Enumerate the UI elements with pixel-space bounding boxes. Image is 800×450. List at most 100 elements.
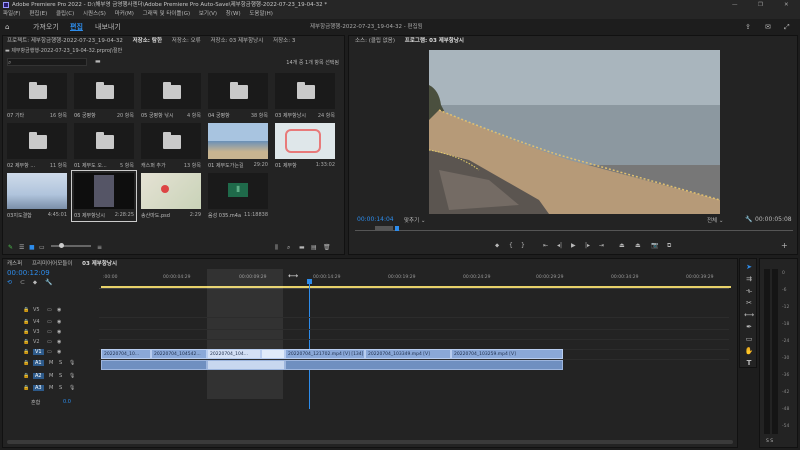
sync-lock-icon[interactable]: ▭ xyxy=(47,319,52,325)
timeline-timecode[interactable]: 00:00:12:09 xyxy=(7,269,50,277)
eye-icon[interactable]: ◉ xyxy=(57,307,61,313)
snap-icon[interactable]: ⟲ xyxy=(7,279,12,286)
tab-source[interactable]: 소스: (클립 없음) xyxy=(355,38,395,44)
bin-item[interactable]: 04 궁평항 38 항목 xyxy=(206,71,270,121)
tab-project[interactable]: 프로젝트: 제부항금행행-2022-07-23_19-04-32 xyxy=(7,38,123,44)
new-bin-icon[interactable]: ▬ xyxy=(95,58,101,65)
menu-view[interactable]: 보기(V) xyxy=(199,11,217,17)
mute-icon[interactable]: M xyxy=(49,360,53,366)
monitor-playhead[interactable] xyxy=(395,226,399,231)
audio-clip-a1-1[interactable] xyxy=(101,360,207,370)
lock-icon[interactable]: 🔒 xyxy=(23,373,29,379)
monitor-time-ruler[interactable] xyxy=(355,226,793,231)
clip-v1-7[interactable]: 20220704_103259.mp4 [V] xyxy=(451,349,563,359)
menu-clip[interactable]: 클립(C) xyxy=(56,11,74,17)
bin-item[interactable]: 03지도결합 4:45:01 xyxy=(5,171,69,221)
sync-lock-icon[interactable]: ▭ xyxy=(47,329,52,335)
search-input[interactable]: ⌕ xyxy=(7,58,87,66)
track-name[interactable]: V5 xyxy=(33,307,40,313)
list-view-icon[interactable]: ☰ xyxy=(19,244,24,251)
track-name[interactable]: V1 xyxy=(33,349,44,355)
sync-lock-icon[interactable]: ▭ xyxy=(47,339,52,345)
track-select-tool-icon[interactable]: ⇉ xyxy=(744,274,754,284)
meter-solo-labels[interactable]: S S xyxy=(766,439,773,444)
menu-help[interactable]: 도움말(H) xyxy=(249,11,273,17)
add-marker-icon[interactable]: ⬥ xyxy=(495,242,499,250)
menu-window[interactable]: 창(W) xyxy=(226,11,241,17)
video-track-header[interactable]: 🔒 V2 ▭ ◉ xyxy=(5,339,97,349)
type-tool-icon[interactable]: T xyxy=(744,358,754,368)
eye-icon[interactable]: ◉ xyxy=(57,319,61,325)
mic-icon[interactable]: 🎙 xyxy=(69,373,75,379)
menu-marker[interactable]: 마커(M) xyxy=(115,11,134,17)
menu-file[interactable]: 파일(F) xyxy=(3,11,21,17)
lock-icon[interactable]: 🔒 xyxy=(23,360,29,366)
rectangle-tool-icon[interactable]: ▭ xyxy=(744,334,754,344)
go-to-out-icon[interactable]: ⇥ xyxy=(599,242,604,249)
video-track-header[interactable]: 🔒 V5 ▭ ◉ xyxy=(5,307,97,317)
menu-graphics[interactable]: 그래픽 및 타이틀(G) xyxy=(143,11,190,17)
clear-icon[interactable]: 🗑 xyxy=(323,244,331,251)
tab-bin-3[interactable]: 저장소: 3 xyxy=(273,38,295,44)
tab-bin-03[interactable]: 저장소: 03 제부항낭시 xyxy=(210,38,263,44)
clip-v1-1[interactable]: 20220704_10... xyxy=(101,349,151,359)
add-button-icon[interactable]: + xyxy=(781,241,788,250)
timeline-scrollbar[interactable] xyxy=(5,439,735,445)
razor-tool-icon[interactable]: ✂ xyxy=(744,298,754,308)
compare-icon[interactable]: ⧉ xyxy=(667,242,671,250)
lock-icon[interactable]: 🔒 xyxy=(23,349,29,355)
bin-item[interactable]: 송산마도.psd 2:29 xyxy=(139,171,203,221)
quality-dropdown[interactable]: 전체 ⌄ xyxy=(707,216,723,224)
bin-item[interactable]: 01 제부도 오... 5 항목 xyxy=(72,121,136,171)
audio-clip-a1-3[interactable] xyxy=(285,360,563,370)
camera-icon[interactable]: 📷 xyxy=(651,242,658,249)
add-marker-timeline-icon[interactable]: ⬥ xyxy=(33,279,37,286)
sort-icon[interactable]: ≡ xyxy=(97,244,102,251)
tab-timeline-premiere[interactable]: 프리미어어모듈이 xyxy=(32,261,72,267)
pencil-icon[interactable]: ✎ xyxy=(8,244,13,251)
eye-icon[interactable]: ◉ xyxy=(57,329,61,335)
timeline-playhead-line[interactable] xyxy=(309,281,310,409)
linked-selection-icon[interactable]: ⊂ xyxy=(20,279,25,286)
bin-item[interactable]: 07 기타 16 항목 xyxy=(5,71,69,121)
menu-edit[interactable]: 편집(E) xyxy=(29,11,47,17)
ripple-edit-tool-icon[interactable]: ⟛ xyxy=(744,286,754,296)
lock-icon[interactable]: 🔒 xyxy=(23,307,29,313)
quick-export-icon[interactable]: ⇪ xyxy=(745,19,751,35)
zoom-slider-handle[interactable] xyxy=(59,243,64,248)
bin-item[interactable]: 03 제부항낭시 2:28:25 xyxy=(71,170,137,222)
fullscreen-icon[interactable]: ⤢ xyxy=(784,19,790,35)
program-timecode[interactable]: 00:00:14:04 xyxy=(357,216,394,223)
track-name[interactable]: A3 xyxy=(33,385,44,391)
timeline-settings-icon[interactable]: 🔧 xyxy=(45,279,52,286)
mark-in-icon[interactable]: { xyxy=(509,242,513,249)
hand-tool-icon[interactable]: ✋ xyxy=(744,346,754,356)
zoom-slider[interactable] xyxy=(51,245,91,247)
menu-sequence[interactable]: 시퀀스(S) xyxy=(83,11,106,17)
solo-icon[interactable]: S xyxy=(59,373,62,379)
step-forward-icon[interactable]: |▸ xyxy=(585,242,590,249)
tab-timeline-casper[interactable]: 캐스퍼 xyxy=(7,261,22,267)
video-track-header[interactable]: 🔒 V1 ▭ ◉ xyxy=(5,349,97,359)
fit-dropdown[interactable]: 맞추기 ⌄ xyxy=(404,216,426,224)
timeline-scroll-thumb[interactable] xyxy=(7,440,733,444)
tab-program[interactable]: 프로그램: 03 제부항낭시 xyxy=(405,38,464,44)
eye-icon[interactable]: ◉ xyxy=(57,339,61,345)
go-to-in-icon[interactable]: ⇤ xyxy=(543,242,548,249)
sync-lock-icon[interactable]: ▭ xyxy=(47,307,52,313)
selection-tool-icon[interactable]: ➤ xyxy=(744,262,754,272)
bin-item[interactable]: ⫴ 음성 035.m4a 11:18838 xyxy=(206,171,270,221)
program-video-frame[interactable] xyxy=(429,50,720,214)
tab-bin-active[interactable]: 저장소: 탐한 xyxy=(133,38,162,44)
home-icon[interactable]: ⌂ xyxy=(5,19,9,35)
clip-v1-3[interactable]: 20220704_104... xyxy=(207,349,261,359)
workspace-export[interactable]: 내보내기 xyxy=(95,19,121,35)
lock-icon[interactable]: 🔒 xyxy=(23,319,29,325)
lock-icon[interactable]: 🔒 xyxy=(23,329,29,335)
bin-item[interactable]: 05 궁평항 낚시 4 항목 xyxy=(139,71,203,121)
icon-view-icon[interactable]: ■ xyxy=(29,244,35,251)
mic-icon[interactable]: 🎙 xyxy=(69,360,75,366)
pen-tool-icon[interactable]: ✒ xyxy=(744,322,754,332)
minimize-button[interactable]: — xyxy=(732,0,738,10)
mic-icon[interactable]: 🎙 xyxy=(69,385,75,391)
